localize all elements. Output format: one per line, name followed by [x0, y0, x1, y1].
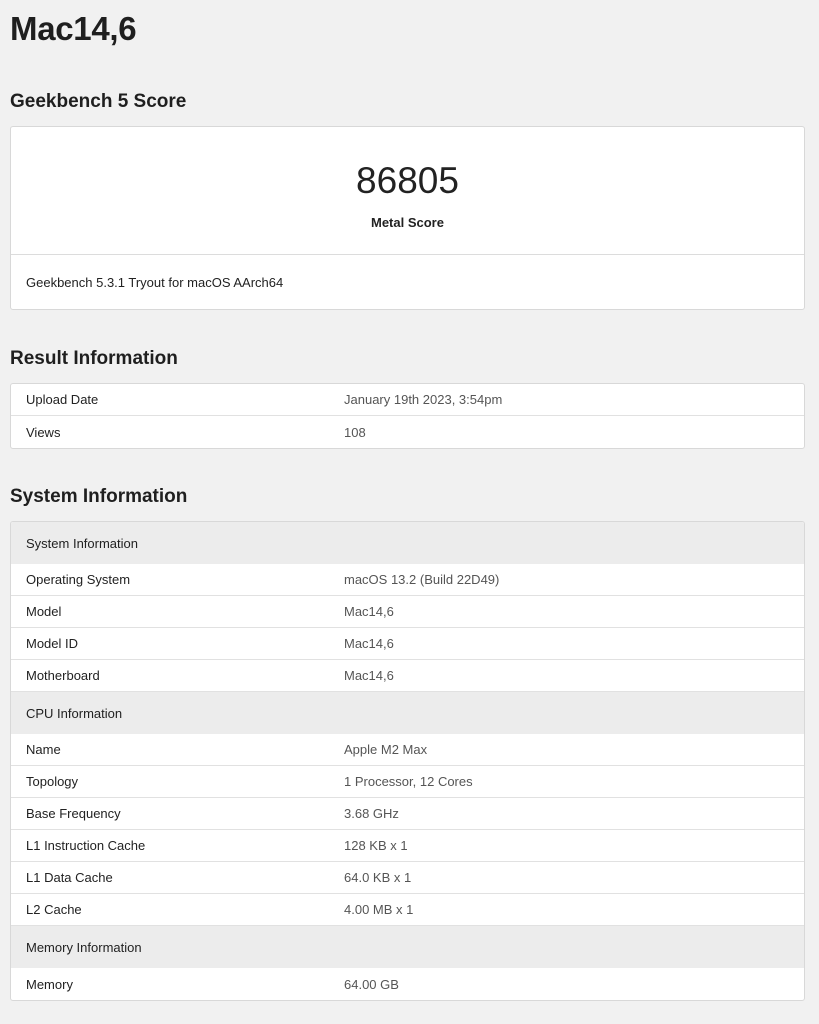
- benchmark-version: Geekbench 5.3.1 Tryout for macOS AArch64: [26, 274, 284, 290]
- group-header-memory: Memory Information: [11, 926, 804, 968]
- score-panel: 86805 Metal Score: [11, 127, 804, 255]
- metal-score-label: Metal Score: [371, 215, 444, 230]
- row-value: 64.00 GB: [344, 976, 399, 992]
- page: Mac14,6 Geekbench 5 Score 86805 Metal Sc…: [0, 0, 819, 1024]
- row-key: Topology: [26, 774, 79, 789]
- row-key: L2 Cache: [26, 902, 82, 917]
- device-title: Mac14,6: [10, 10, 137, 47]
- table-row: Name Apple M2 Max: [11, 734, 804, 766]
- result-section-title: Result Information: [10, 348, 178, 369]
- table-row: Topology 1 Processor, 12 Cores: [11, 766, 804, 798]
- score-card: 86805 Metal Score Geekbench 5.3.1 Tryout…: [10, 126, 805, 310]
- row-key: Model ID: [26, 636, 79, 651]
- row-value: January 19th 2023, 3:54pm: [344, 392, 503, 407]
- group-header-cpu: CPU Information: [11, 692, 804, 734]
- table-row: L1 Instruction Cache 128 KB x 1: [11, 830, 804, 862]
- result-info-table: Upload Date January 19th 2023, 3:54pm Vi…: [10, 383, 805, 449]
- table-row: Motherboard Mac14,6: [11, 660, 804, 692]
- table-row: Upload Date January 19th 2023, 3:54pm: [11, 384, 804, 416]
- row-value: 3.68 GHz: [344, 806, 399, 821]
- row-value: Apple M2 Max: [344, 742, 428, 757]
- row-key: Model: [26, 604, 62, 619]
- row-key: Upload Date: [26, 392, 99, 407]
- row-key: Operating System: [26, 572, 131, 587]
- group-header-system: System Information: [11, 522, 804, 564]
- row-value: Mac14,6: [344, 604, 394, 619]
- row-value: 4.00 MB x 1: [344, 902, 414, 917]
- table-row: Views 108: [11, 416, 804, 448]
- row-key: Motherboard: [26, 668, 100, 683]
- row-value: Mac14,6: [344, 636, 394, 651]
- row-value: 1 Processor, 12 Cores: [344, 774, 473, 789]
- row-value: macOS 13.2 (Build 22D49): [344, 572, 500, 587]
- system-section-title: System Information: [10, 486, 188, 507]
- system-info-table: System Information Operating System macO…: [10, 521, 805, 1001]
- table-row: L2 Cache 4.00 MB x 1: [11, 894, 804, 926]
- score-section-title: Geekbench 5 Score: [10, 91, 187, 112]
- table-row: Memory 64.00 GB: [11, 968, 804, 1000]
- table-row: Model Mac14,6: [11, 596, 804, 628]
- row-key: Views: [26, 424, 61, 440]
- table-row: Base Frequency 3.68 GHz: [11, 798, 804, 830]
- row-key: Memory: [26, 976, 73, 992]
- row-value: 128 KB x 1: [344, 838, 408, 853]
- table-row: L1 Data Cache 64.0 KB x 1: [11, 862, 804, 894]
- metal-score-value: 86805: [356, 160, 459, 201]
- row-value: Mac14,6: [344, 668, 394, 683]
- row-value: 108: [344, 424, 366, 440]
- table-row: Operating System macOS 13.2 (Build 22D49…: [11, 564, 804, 596]
- table-row: Model ID Mac14,6: [11, 628, 804, 660]
- row-key: Name: [26, 742, 61, 757]
- row-key: L1 Instruction Cache: [26, 838, 146, 853]
- row-value: 64.0 KB x 1: [344, 870, 412, 885]
- row-key: Base Frequency: [26, 806, 121, 821]
- row-key: L1 Data Cache: [26, 870, 113, 885]
